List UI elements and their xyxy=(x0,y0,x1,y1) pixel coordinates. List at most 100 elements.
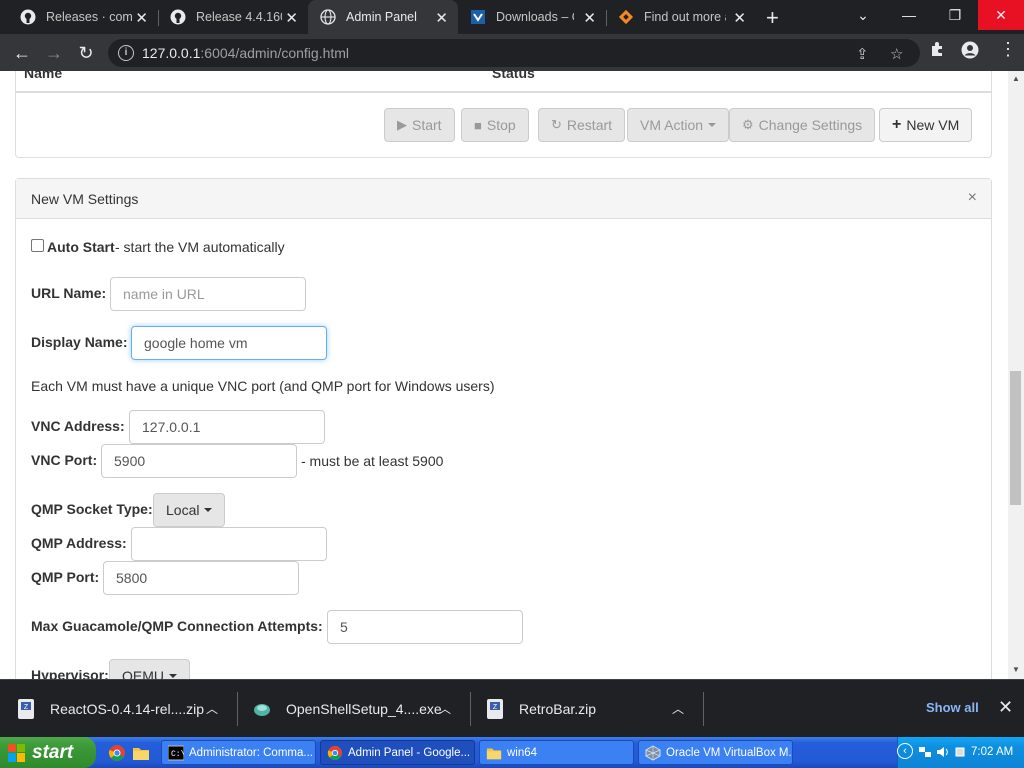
taskbar: start C:\ Administrator: Comma... Admin … xyxy=(0,737,1024,768)
tab-find-out-more[interactable]: Find out more a ✕ xyxy=(606,0,756,34)
chevron-up-icon[interactable]: ︿ xyxy=(206,700,218,717)
menu-kebab-icon[interactable]: ⋮ xyxy=(999,39,1017,60)
tab-strip: Releases · comp ✕ Release 4.4.160 ✕ Admi… xyxy=(0,0,1024,34)
change-settings-button[interactable]: ⚙ Change Settings xyxy=(729,108,876,142)
url-name-input[interactable] xyxy=(110,277,306,311)
tab-close-icon[interactable]: ✕ xyxy=(733,9,746,27)
close-icon[interactable]: ✕ xyxy=(998,697,1013,718)
share-icon[interactable]: ⇪ xyxy=(856,45,869,63)
clock: 7:02 AM xyxy=(971,746,1014,758)
task-win64-folder[interactable]: win64 xyxy=(479,740,634,765)
new-tab-icon[interactable]: + xyxy=(766,5,779,31)
tray-expand-icon[interactable]: ‹ xyxy=(897,743,913,759)
vm-action-dropdown[interactable]: VM Action xyxy=(627,108,730,142)
restart-button[interactable]: ↻ Restart xyxy=(538,108,626,142)
chevron-up-icon[interactable]: ︿ xyxy=(439,700,451,717)
task-admin-panel-chrome[interactable]: Admin Panel - Google... xyxy=(320,740,475,765)
caret-down-icon xyxy=(204,508,213,512)
folder-icon xyxy=(486,745,502,761)
chrome-icon xyxy=(327,745,343,761)
qmp-address-input[interactable] xyxy=(131,527,327,561)
browser-toolbar: ← → ↻ i 127.0.0.1:6004/admin/config.html… xyxy=(0,34,1024,71)
chrome-icon[interactable] xyxy=(108,744,126,762)
auto-start-label: Auto Start xyxy=(47,239,115,255)
start-button[interactable]: ▶ Start xyxy=(384,108,455,142)
stop-icon: ■ xyxy=(474,117,482,133)
network-icon[interactable] xyxy=(918,745,932,759)
svg-text:Z: Z xyxy=(24,704,29,711)
qmp-socket-type-label: QMP Socket Type: xyxy=(31,501,153,517)
download-item[interactable]: Z ReactOS-0.4.14-rel....zip ︿ xyxy=(16,680,230,738)
vnc-port-note: Each VM must have a unique VNC port (and… xyxy=(31,378,495,394)
restore-icon[interactable]: ❐ xyxy=(932,0,978,30)
volume-icon[interactable] xyxy=(936,745,950,759)
col-status-header: Status xyxy=(492,71,535,81)
auto-start-description: - start the VM automatically xyxy=(115,239,285,255)
virtualbox-icon xyxy=(645,744,661,761)
bookmark-star-icon[interactable]: ☆ xyxy=(890,45,903,63)
back-arrow-icon[interactable]: ← xyxy=(10,41,34,65)
extensions-icon[interactable] xyxy=(929,41,945,62)
tab-close-icon[interactable]: ✕ xyxy=(583,9,596,27)
stop-button[interactable]: ■ Stop xyxy=(461,108,529,142)
reload-icon[interactable]: ↻ xyxy=(74,41,98,65)
zip-icon: Z xyxy=(16,698,36,720)
start-label: start xyxy=(32,741,74,763)
tab-search-chevron-icon[interactable]: ⌄ xyxy=(840,0,886,30)
tab-title: Find out more a xyxy=(644,10,726,24)
url-name-label: URL Name: xyxy=(31,285,107,301)
vnc-address-input[interactable] xyxy=(129,410,325,444)
task-virtualbox-manager[interactable]: Oracle VM VirtualBox M... xyxy=(638,740,793,765)
scroll-down-icon[interactable]: ▼ xyxy=(1012,665,1020,674)
tab-close-icon[interactable]: ✕ xyxy=(435,9,448,27)
download-item[interactable]: OpenShellSetup_4....exe ︿ xyxy=(252,680,462,738)
site-info-icon[interactable]: i xyxy=(118,45,134,61)
tab-downloads[interactable]: Downloads – Or ✕ xyxy=(458,0,606,34)
qmp-port-input[interactable] xyxy=(103,561,299,595)
virtualbox-icon xyxy=(470,9,486,25)
download-bar: Z ReactOS-0.4.14-rel....zip ︿ OpenShellS… xyxy=(0,679,1024,737)
shell-icon xyxy=(252,698,272,720)
new-vm-button[interactable]: + New VM xyxy=(879,108,973,142)
gear-icon: ⚙ xyxy=(742,117,754,132)
download-item[interactable]: Z RetroBar.zip ︿ xyxy=(485,680,695,738)
safely-remove-icon[interactable] xyxy=(953,745,967,759)
chevron-up-icon[interactable]: ︿ xyxy=(672,700,684,717)
page-scrollbar[interactable]: ▲ ▼ xyxy=(1008,71,1024,679)
windows-flag-icon xyxy=(8,743,26,762)
display-name-input[interactable] xyxy=(131,326,327,360)
start-button[interactable]: start xyxy=(0,737,96,768)
qmp-socket-type-dropdown[interactable]: Local xyxy=(153,493,226,527)
vnc-port-input[interactable] xyxy=(101,444,297,478)
url-text: 127.0.0.1:6004/admin/config.html xyxy=(142,45,350,61)
show-all-link[interactable]: Show all xyxy=(926,700,979,715)
folder-icon[interactable] xyxy=(132,744,150,762)
minimize-icon[interactable]: — xyxy=(886,0,932,30)
tab-close-icon[interactable]: ✕ xyxy=(285,9,298,27)
svg-text:Z: Z xyxy=(493,704,498,711)
tab-release-4-4[interactable]: Release 4.4.160 ✕ xyxy=(158,0,308,34)
address-bar[interactable]: i 127.0.0.1:6004/admin/config.html ⇪ ☆ xyxy=(108,39,920,67)
window-close-icon[interactable]: ✕ xyxy=(978,0,1024,30)
max-attempts-label: Max Guacamole/QMP Connection Attempts: xyxy=(31,618,323,634)
tab-close-icon[interactable]: ✕ xyxy=(135,9,148,27)
task-administrator-cmd[interactable]: C:\ Administrator: Comma... xyxy=(161,740,316,765)
vnc-address-label: VNC Address: xyxy=(31,418,125,434)
auto-start-checkbox[interactable] xyxy=(31,239,44,252)
tab-releases[interactable]: Releases · comp ✕ xyxy=(8,0,158,34)
qmp-port-label: QMP Port: xyxy=(31,569,100,585)
profile-icon[interactable] xyxy=(961,41,979,64)
close-icon[interactable]: × xyxy=(968,189,977,207)
tab-admin-panel[interactable]: Admin Panel ✕ xyxy=(308,0,458,34)
scroll-up-icon[interactable]: ▲ xyxy=(1012,74,1020,83)
hypervisor-dropdown[interactable]: QEMU xyxy=(109,659,190,679)
globe-icon xyxy=(320,9,336,25)
github-icon xyxy=(20,9,36,25)
forward-arrow-icon[interactable]: → xyxy=(42,41,66,65)
page-content: Name Status ▶ Start ■ Stop ↻ Restart VM Act… xyxy=(0,71,1008,679)
scrollbar-thumb[interactable] xyxy=(1010,371,1021,505)
github-icon xyxy=(170,9,186,25)
cmd-icon: C:\ xyxy=(167,745,186,761)
max-attempts-input[interactable] xyxy=(327,610,523,644)
refresh-icon: ↻ xyxy=(551,117,562,132)
